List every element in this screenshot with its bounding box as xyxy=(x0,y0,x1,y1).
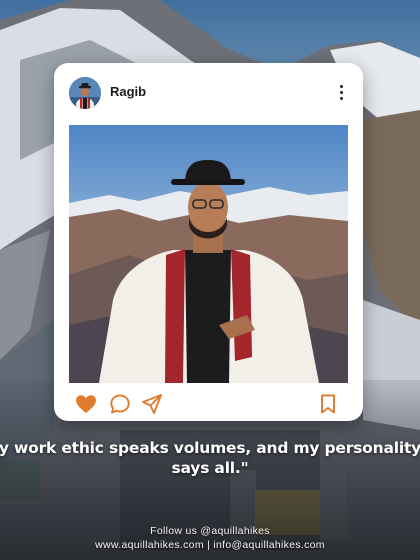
avatar[interactable] xyxy=(69,77,101,109)
quote-text: y work ethic speaks volumes, and my pers… xyxy=(0,439,420,477)
portrait-image xyxy=(69,125,348,383)
post-photo[interactable] xyxy=(69,125,348,383)
heart-icon[interactable] xyxy=(74,392,98,416)
post-card: Ragib xyxy=(54,63,363,421)
follow-handle: Follow us @aquillahikes xyxy=(150,525,270,537)
contact-info: www.aquillahikes.com | info@aquillahikes… xyxy=(95,539,325,551)
username[interactable]: Ragib xyxy=(110,84,146,99)
bookmark-icon[interactable] xyxy=(316,392,340,416)
vertical-ellipsis-icon[interactable] xyxy=(333,80,349,104)
share-icon[interactable] xyxy=(140,392,164,416)
comment-icon[interactable] xyxy=(108,392,132,416)
post-actions xyxy=(74,392,344,416)
profile-photo-icon xyxy=(69,77,101,109)
